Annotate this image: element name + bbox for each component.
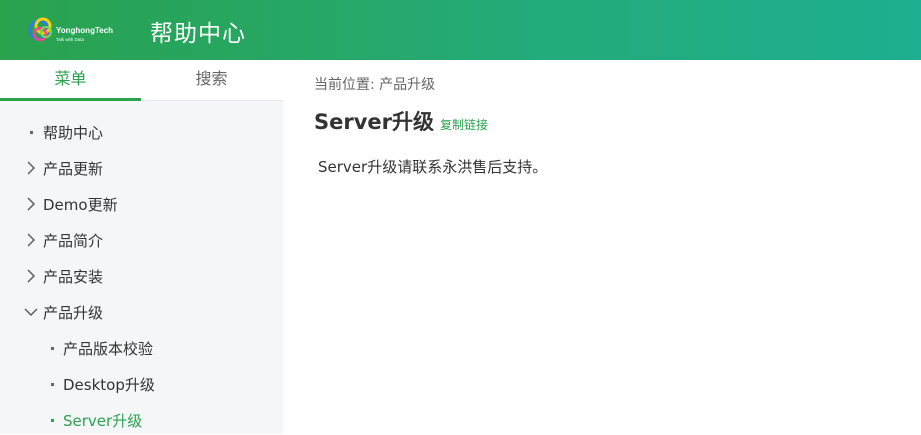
tab-menu[interactable]: 菜单 <box>0 60 141 101</box>
bullet-icon <box>22 117 40 147</box>
chevron-right-icon <box>22 153 40 183</box>
tree-item-product-updates[interactable]: 产品更新 <box>0 153 283 183</box>
chevron-down-icon <box>22 297 40 327</box>
tree-item-label: Demo更新 <box>43 196 118 214</box>
breadcrumb: 当前位置: 产品升级 <box>314 77 436 93</box>
tree-item-label: Desktop升级 <box>63 376 155 394</box>
tree-item-label: 帮助中心 <box>43 124 104 142</box>
logo-tagline: Talk with Data <box>56 37 85 42</box>
tree-item-server-upgrade[interactable]: Server升级 <box>0 405 283 435</box>
tree-item-label: 产品升级 <box>43 304 104 322</box>
copy-link-button[interactable]: 复制链接 <box>440 116 488 133</box>
tree-item-product-install[interactable]: 产品安装 <box>0 261 283 291</box>
tree-item-label: 产品简介 <box>43 232 104 250</box>
sidebar-tabs: 菜单 搜索 <box>0 60 283 101</box>
header: YonghongTech Talk with Data 帮助中心 <box>0 0 921 60</box>
page-title: Server升级 <box>314 110 435 134</box>
tree-item-demo-updates[interactable]: Demo更新 <box>0 189 283 219</box>
tree-item-product-upgrade[interactable]: 产品升级 <box>0 297 283 327</box>
logo-rings-icon <box>28 17 52 42</box>
logo-text: YonghongTech <box>56 26 114 35</box>
chevron-right-icon <box>22 261 40 291</box>
bullet-icon <box>43 369 61 399</box>
chevron-right-icon <box>22 189 40 219</box>
yonghong-logo[interactable]: YonghongTech Talk with Data <box>26 12 116 52</box>
chevron-right-icon <box>22 225 40 255</box>
tree-item-label: 产品更新 <box>43 160 104 178</box>
bullet-icon <box>43 405 61 435</box>
tree-item-label: 产品版本校验 <box>63 340 154 358</box>
tab-search[interactable]: 搜索 <box>141 60 282 101</box>
main-content: 当前位置: 产品升级 Server升级 复制链接 Server升级请联系永洪售后… <box>283 60 921 434</box>
sidebar: 菜单 搜索 帮助中心 产品更新 Demo更新 产品简介 产品安装 产品升级 产品… <box>0 60 283 434</box>
tree-item-label: Server升级 <box>63 412 143 430</box>
tree-item-help-center[interactable]: 帮助中心 <box>0 117 283 147</box>
tree-item-label: 产品安装 <box>43 268 104 286</box>
tree-item-version-check[interactable]: 产品版本校验 <box>0 333 283 363</box>
article-body: Server升级请联系永洪售后支持。 <box>318 158 548 176</box>
tree-item-product-intro[interactable]: 产品简介 <box>0 225 283 255</box>
bullet-icon <box>43 333 61 363</box>
tree-item-desktop-upgrade[interactable]: Desktop升级 <box>0 369 283 399</box>
page-header-title: 帮助中心 <box>150 21 246 47</box>
